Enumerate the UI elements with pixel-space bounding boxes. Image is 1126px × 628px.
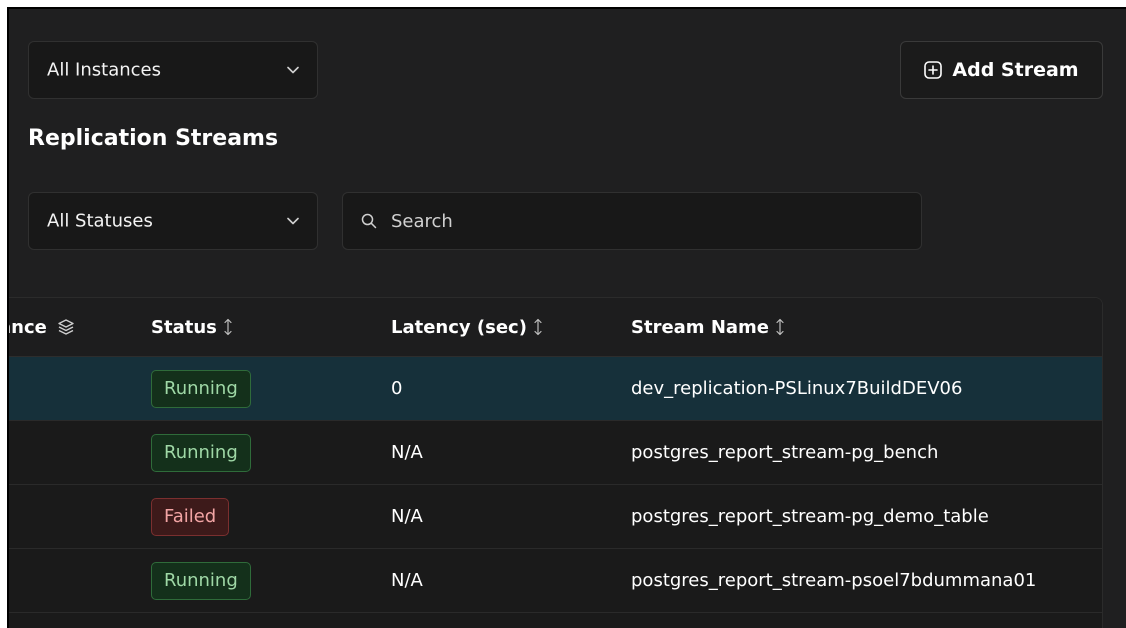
column-header-status-label: Status	[151, 316, 217, 338]
status-badge: Running	[151, 433, 251, 472]
stream-name-cell: postgres_report_stream-pg_demo_table	[631, 506, 989, 527]
latency-cell: N/A	[391, 506, 423, 527]
table-row[interactable]: Running N/A postgres_report_stream-psoel…	[9, 549, 1102, 613]
instances-select-label: All Instances	[47, 59, 161, 81]
statuses-select-label: All Statuses	[47, 210, 153, 232]
add-stream-button[interactable]: Add Stream	[900, 41, 1103, 99]
sort-icon[interactable]	[223, 318, 233, 336]
table-row[interactable]: Running N/A postgres_report_stream-pg_be…	[9, 421, 1102, 485]
stream-name-cell: postgres_report_stream-pg_bench	[631, 442, 939, 463]
column-header-instance[interactable]: ance	[9, 298, 119, 356]
latency-cell: 0	[391, 378, 403, 399]
column-header-stream-name[interactable]: Stream Name	[631, 298, 1101, 356]
status-badge: Running	[151, 561, 251, 600]
column-header-stream-name-label: Stream Name	[631, 316, 769, 338]
stream-name-cell: dev_replication-PSLinux7BuildDEV06	[631, 378, 963, 399]
chevron-down-icon	[287, 217, 299, 225]
status-cell: Running	[151, 421, 351, 484]
column-header-latency-label: Latency (sec)	[391, 316, 527, 338]
table-row[interactable]: Running 0 dev_replication-PSLinux7BuildD…	[9, 357, 1102, 421]
search-field[interactable]	[342, 192, 922, 250]
latency-cell: N/A	[391, 570, 423, 591]
statuses-select[interactable]: All Statuses	[28, 192, 318, 250]
stream-name-cell: postgres_report_stream-psoel7bdummana01	[631, 570, 1037, 591]
chevron-down-icon	[287, 66, 299, 74]
add-stream-label: Add Stream	[952, 59, 1079, 81]
sort-icon[interactable]	[533, 318, 543, 336]
latency-cell: N/A	[391, 442, 423, 463]
table-header: ance Status Latency (sec	[9, 298, 1102, 357]
column-header-status[interactable]: Status	[151, 298, 351, 356]
table-row[interactable]: Failed N/A postgres_report_stream-pg_dem…	[9, 485, 1102, 549]
status-cell: Running	[151, 357, 351, 420]
column-header-instance-label: ance	[9, 316, 47, 338]
status-cell: Failed	[151, 485, 351, 548]
column-header-latency[interactable]: Latency (sec)	[391, 298, 591, 356]
streams-table: ance Status Latency (sec	[9, 297, 1103, 628]
page-title: Replication Streams	[28, 126, 279, 151]
instances-select[interactable]: All Instances	[28, 41, 318, 99]
search-icon	[361, 213, 377, 229]
sort-icon[interactable]	[775, 318, 785, 336]
status-badge: Running	[151, 369, 251, 408]
plus-circle-icon	[924, 61, 943, 79]
search-input[interactable]	[391, 193, 901, 249]
layers-icon[interactable]	[57, 318, 75, 336]
status-cell: Running	[151, 549, 351, 612]
app-frame: All Instances Add Stream Replication Str…	[7, 7, 1126, 628]
status-badge: Failed	[151, 497, 230, 536]
